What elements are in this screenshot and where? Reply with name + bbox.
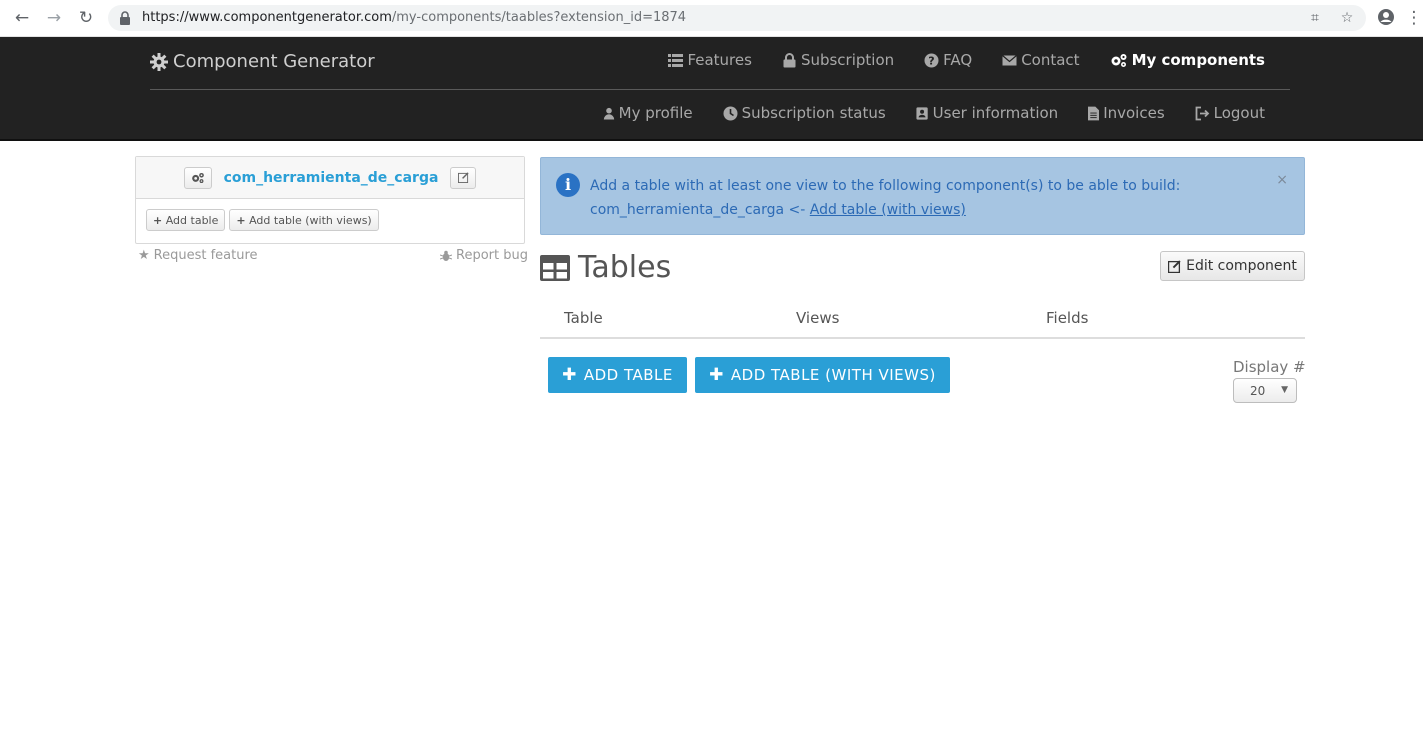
column-header-fields[interactable]: Fields (1046, 309, 1088, 327)
edit-component-label: Edit component (1186, 258, 1297, 274)
envelope-icon (1002, 54, 1018, 65)
nav-faq[interactable]: ? FAQ (924, 51, 972, 69)
file-icon (1088, 106, 1100, 120)
url-text: https://www.componentgenerator.com/my-co… (142, 10, 686, 25)
profile-icon[interactable] (1376, 8, 1396, 28)
alert-close-icon[interactable]: × (1276, 172, 1288, 188)
nav-contact-label: Contact (1021, 51, 1080, 69)
alert-text: Add a table with at least one view to th… (590, 178, 1181, 194)
edit-icon (457, 172, 469, 183)
request-feature-link[interactable]: ★ Request feature (138, 248, 258, 263)
back-arrow-icon[interactable]: ← (12, 8, 32, 28)
nav-user-information[interactable]: User information (916, 104, 1059, 122)
display-count-select[interactable]: 20 ▼ (1233, 378, 1297, 403)
brand[interactable]: Component Generator (150, 51, 375, 72)
question-icon: ? (924, 53, 939, 67)
nav-subscription-status-label: Subscription status (741, 104, 886, 122)
sign-out-icon (1195, 106, 1209, 120)
reload-icon[interactable]: ↻ (76, 8, 96, 28)
gear-icon (150, 52, 168, 71)
alert-add-table-views-link[interactable]: Add table (with views) (810, 202, 966, 218)
component-panel-body: + Add table + Add table (with views) (136, 199, 524, 241)
browser-toolbar: ← → ↻ https://www.componentgenerator.com… (0, 0, 1423, 37)
translate-icon[interactable]: ⌗ (1306, 9, 1324, 27)
primary-nav: Features Subscription ? FAQ Contact My c… (638, 51, 1265, 69)
plus-icon: + (236, 213, 246, 227)
site-navbar: Component Generator Features Subscriptio… (0, 37, 1423, 141)
display-count-value: 20 (1250, 384, 1266, 398)
nav-my-components[interactable]: My components (1110, 51, 1265, 69)
panel-add-table-views-label: Add table (with views) (249, 213, 372, 227)
table-icon (540, 254, 570, 281)
nav-subscription[interactable]: Subscription (782, 51, 894, 69)
star-icon: ★ (138, 248, 150, 263)
cogs-icon (191, 172, 204, 183)
list-icon (668, 53, 684, 67)
info-icon: i (556, 173, 580, 197)
cogs-icon (1111, 53, 1127, 67)
report-bug-link[interactable]: Report bug (440, 248, 528, 263)
report-bug-label: Report bug (456, 248, 528, 263)
menu-dots-icon[interactable]: ⋮ (1404, 8, 1423, 28)
lock-icon (120, 11, 130, 25)
nav-faq-label: FAQ (943, 51, 973, 69)
component-panel-header: com_herramienta_de_carga (136, 157, 524, 199)
alert-message: Add a table with at least one view to th… (590, 174, 1270, 222)
column-header-table[interactable]: Table (564, 309, 603, 327)
nav-subscription-status[interactable]: Subscription status (723, 104, 886, 122)
nav-user-information-label: User information (932, 104, 1059, 122)
add-table-button[interactable]: ✚ ADD TABLE (548, 357, 687, 393)
nav-my-components-label: My components (1131, 51, 1265, 69)
nav-subscription-label: Subscription (800, 51, 895, 69)
request-feature-label: Request feature (153, 248, 258, 263)
page-title-text: Tables (578, 250, 672, 285)
info-alert: i Add a table with at least one view to … (540, 157, 1305, 235)
component-panel: com_herramienta_de_carga + Add table + A… (135, 156, 525, 244)
nav-features[interactable]: Features (668, 51, 752, 69)
star-icon[interactable]: ☆ (1338, 9, 1356, 27)
plus-icon: ✚ (709, 365, 724, 385)
tables-header-row: Table Views Fields (540, 305, 1305, 339)
nav-logout-label: Logout (1213, 104, 1265, 122)
user-icon (603, 107, 614, 119)
display-count-label: Display # (1233, 358, 1306, 376)
panel-add-table-label: Add table (165, 213, 219, 227)
svg-text:?: ? (928, 54, 934, 67)
page-title: Tables (540, 250, 671, 285)
nav-invoices-label: Invoices (1103, 104, 1165, 122)
nav-my-profile[interactable]: My profile (603, 104, 693, 122)
alert-component: com_herramienta_de_carga <- (590, 202, 806, 218)
nav-my-profile-label: My profile (618, 104, 693, 122)
add-table-button-label: ADD TABLE (583, 366, 673, 384)
add-table-views-button-label: ADD TABLE (WITH VIEWS) (730, 366, 936, 384)
address-bar[interactable]: https://www.componentgenerator.com/my-co… (108, 5, 1366, 31)
nav-features-label: Features (687, 51, 752, 69)
edit-icon (1168, 259, 1181, 273)
nav-invoices[interactable]: Invoices (1088, 104, 1165, 122)
component-settings-button[interactable] (183, 166, 212, 189)
url-host: https://www.componentgenerator.com (142, 10, 392, 25)
id-card-icon (916, 106, 928, 120)
nav-contact[interactable]: Contact (1002, 51, 1080, 69)
brand-name: Component Generator (173, 51, 375, 72)
component-edit-button[interactable] (450, 166, 477, 189)
edit-component-button[interactable]: Edit component (1160, 251, 1305, 281)
lock-icon (783, 52, 796, 67)
bug-icon (440, 250, 452, 261)
panel-add-table-button[interactable]: + Add table (146, 209, 226, 231)
navbar-divider (150, 89, 1290, 90)
add-table-views-button[interactable]: ✚ ADD TABLE (WITH VIEWS) (695, 357, 950, 393)
column-header-views[interactable]: Views (796, 309, 839, 327)
plus-icon: ✚ (562, 365, 577, 385)
account-nav: My profile Subscription status User info… (573, 104, 1265, 122)
component-name-link[interactable]: com_herramienta_de_carga (218, 170, 445, 186)
caret-down-icon: ▼ (1281, 385, 1288, 395)
forward-arrow-icon[interactable]: → (44, 8, 64, 28)
plus-icon: + (153, 213, 163, 227)
url-path: /my-components/taables?extension_id=1874 (391, 10, 687, 25)
clock-icon (723, 106, 738, 120)
panel-add-table-views-button[interactable]: + Add table (with views) (229, 209, 379, 231)
nav-logout[interactable]: Logout (1195, 104, 1265, 122)
